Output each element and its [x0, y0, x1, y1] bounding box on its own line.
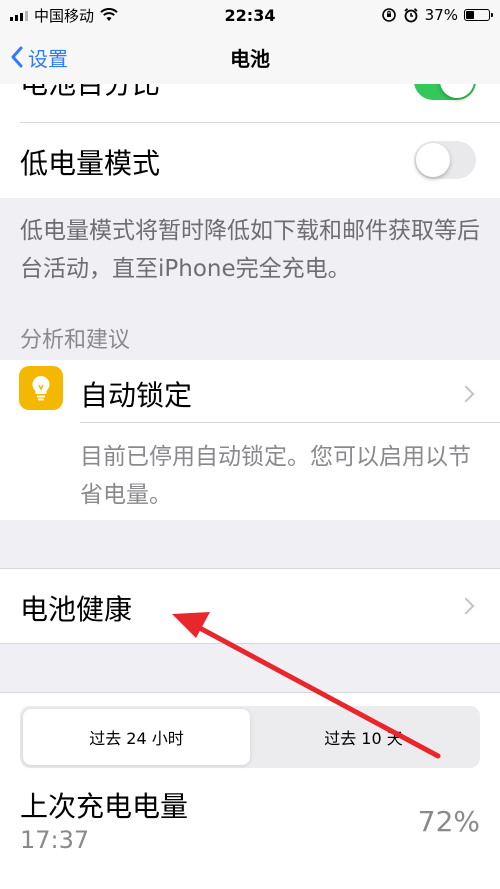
low-power-mode-toggle[interactable]	[414, 141, 476, 179]
chevron-left-icon	[11, 46, 23, 68]
low-power-mode-label: 低电量模式	[20, 147, 161, 180]
nav-bar: 设置 电池	[0, 30, 500, 84]
status-right: 37%	[381, 6, 493, 24]
battery-percentage-row[interactable]: 电池百分比	[0, 84, 500, 122]
last-charge-value: 72%	[417, 805, 480, 838]
alarm-icon	[404, 8, 418, 23]
orientation-lock-icon	[381, 8, 396, 22]
chevron-right-icon	[457, 597, 475, 615]
chevron-right-icon	[457, 385, 475, 403]
last-charge-label: 上次充电电量	[20, 790, 189, 823]
auto-lock-row[interactable]: 自动锁定	[0, 360, 500, 422]
battery-percent-label: 37%	[424, 6, 458, 24]
auto-lock-description: 目前已停用自动锁定。您可以启用以节省电量。	[80, 444, 471, 508]
tab-last-10-days[interactable]: 过去 10 天	[250, 709, 477, 765]
carrier-label: 中国移动	[34, 6, 95, 25]
settings-group: 电池百分比 低电量模式	[0, 84, 500, 198]
battery-health-row[interactable]: 电池健康	[0, 568, 500, 644]
auto-lock-label: 自动锁定	[80, 379, 193, 412]
back-label: 设置	[28, 46, 68, 71]
bulb-icon	[19, 366, 63, 410]
battery-percentage-label: 电池百分比	[20, 84, 160, 102]
back-button[interactable]: 设置	[10, 43, 68, 72]
battery-health-label: 电池健康	[20, 593, 133, 626]
tab-last-24-hours[interactable]: 过去 24 小时	[23, 709, 250, 765]
insights-group: 自动锁定 目前已停用自动锁定。您可以启用以节省电量。	[0, 360, 500, 520]
wifi-icon	[100, 8, 118, 21]
status-bar: 中国移动 22:34 37%	[0, 0, 500, 30]
time-range-segmented-control: 过去 24 小时 过去 10 天	[20, 706, 480, 768]
low-power-description: 低电量模式将暂时降低如下载和邮件获取等后台活动，直至iPhone完全充电。	[20, 218, 480, 282]
divider	[80, 422, 500, 423]
status-left: 中国移动	[10, 5, 118, 26]
low-power-mode-row[interactable]: 低电量模式	[0, 123, 500, 198]
last-charge-time: 17:37	[20, 826, 90, 854]
battery-icon	[464, 9, 493, 21]
battery-fill	[466, 11, 475, 19]
page-title: 电池	[230, 46, 270, 71]
battery-percentage-toggle[interactable]	[414, 84, 476, 100]
signal-icon	[10, 9, 28, 21]
insights-header: 分析和建议	[20, 328, 131, 353]
